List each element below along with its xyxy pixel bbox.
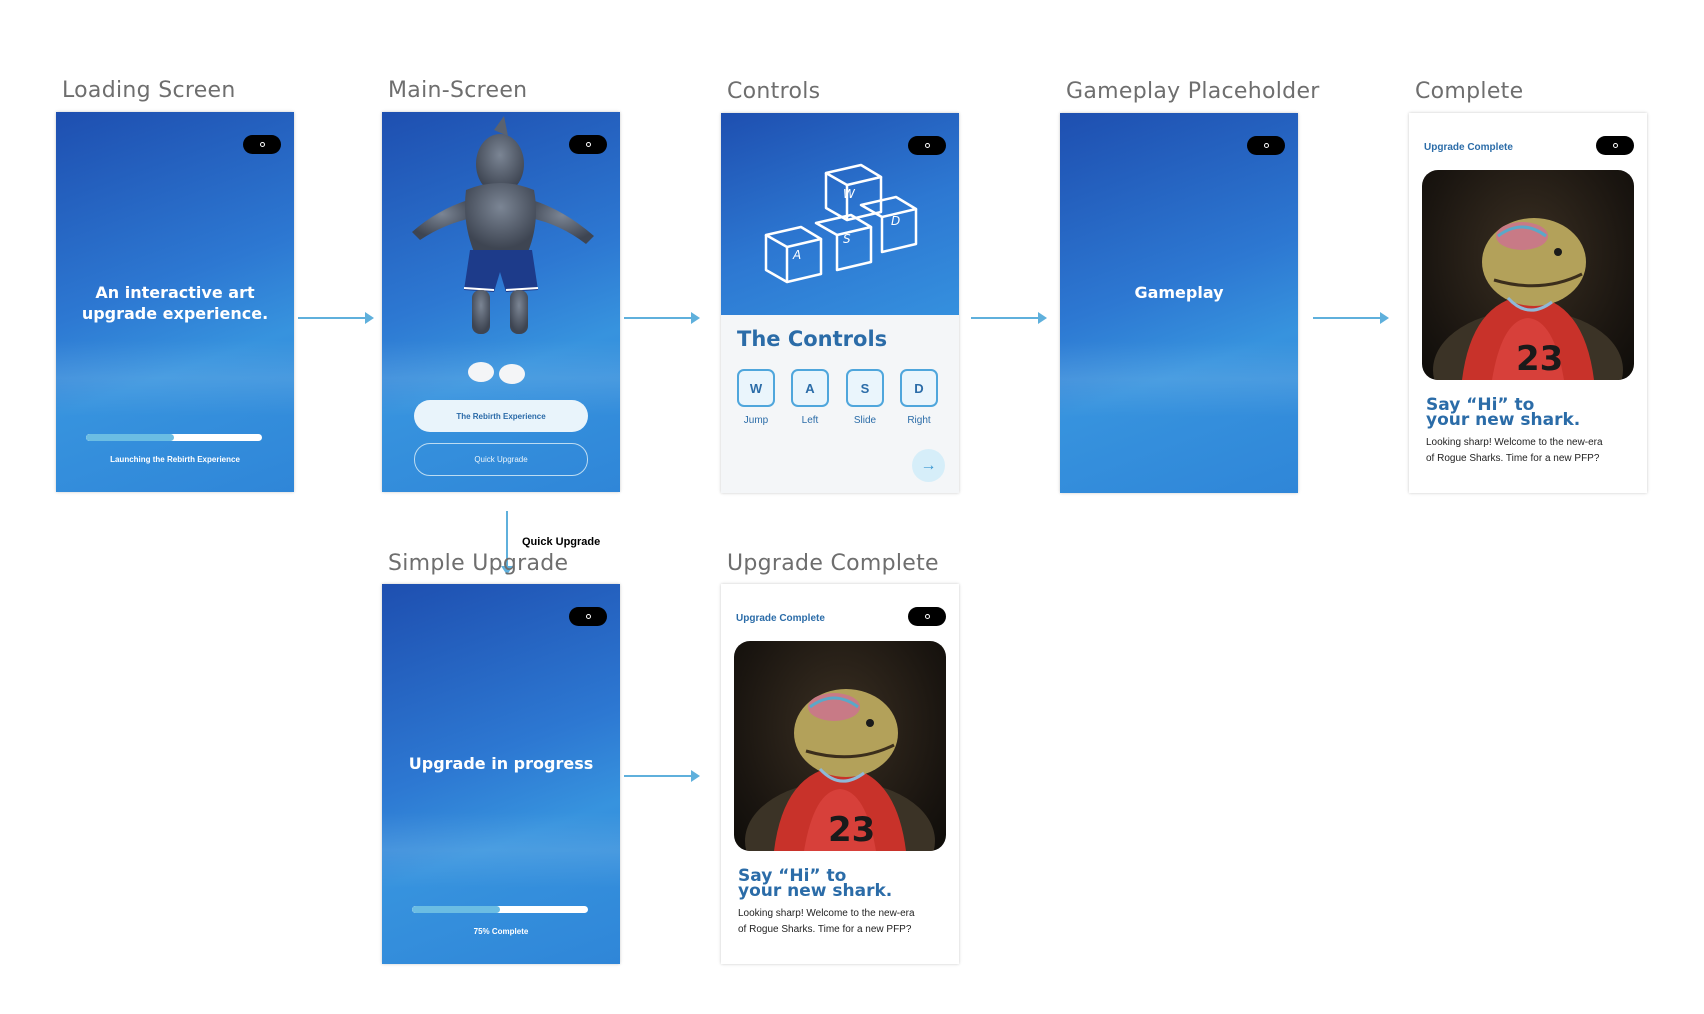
camera-icon [1612, 143, 1618, 148]
key-label-left: Left [801, 415, 819, 426]
controls-panel: The Controls W A S D Jump Left Slide Rig… [721, 315, 959, 493]
svg-text:23: 23 [1516, 339, 1563, 379]
upgrade-complete-body-line1: Looking sharp! Welcome to the new-era [738, 908, 915, 919]
complete-body-line2: of Rogue Sharks. Time for a new PFP? [1426, 453, 1600, 464]
controls-screen: W A S D The Controls W A S D Jump Left S… [721, 113, 959, 493]
shark-portrait-illustration: 23 [1433, 218, 1623, 380]
complete-screen: Upgrade Complete 23 Say “Hi” to your new… [1409, 113, 1647, 493]
camera-pill [1596, 136, 1634, 155]
upgrade-complete-title: Say “Hi” to your new shark. [738, 868, 893, 901]
complete-body-line1: Looking sharp! Welcome to the new-era [1426, 437, 1603, 448]
key-label-slide: Slide [853, 415, 877, 426]
frame-title-loading: Loading Screen [62, 78, 236, 103]
controls-hero: W A S D [721, 113, 959, 315]
frame-title-controls: Controls [727, 79, 821, 104]
next-arrow-button[interactable]: → [912, 449, 945, 482]
camera-pill [908, 607, 946, 626]
illustration-key-d: D [891, 214, 900, 228]
shark-portrait-illustration: 23 [745, 689, 935, 851]
upgrade-progress-fill [412, 906, 500, 913]
complete-header: Upgrade Complete [1424, 142, 1513, 153]
loading-progress-fill [86, 434, 174, 441]
upgrade-progress-bar [412, 906, 588, 913]
key-w: W [737, 369, 775, 407]
frame-title-gameplay: Gameplay Placeholder [1066, 79, 1320, 104]
loading-headline: An interactive art upgrade experience. [56, 282, 294, 324]
key-d: D [900, 369, 938, 407]
flow-arrow [298, 312, 374, 324]
flow-arrow [624, 312, 700, 324]
frame-title-simple-upgrade: Simple Upgrade [388, 551, 569, 576]
camera-icon [1263, 143, 1269, 148]
upgrade-complete-title-line2: your new shark. [738, 881, 893, 901]
loading-headline-line2: upgrade experience. [81, 304, 269, 323]
gameplay-label: Gameplay [1134, 283, 1224, 302]
loading-headline-line1: An interactive art [95, 283, 255, 302]
shark-character-illustration [412, 116, 594, 384]
frame-title-main: Main-Screen [388, 78, 528, 103]
illustration-key-w: W [843, 187, 856, 201]
flow-arrow [971, 312, 1047, 324]
simple-upgrade-screen: Upgrade in progress 75% Complete [382, 584, 620, 964]
key-s: S [846, 369, 884, 407]
flow-arrow [624, 770, 700, 782]
loading-progress-bar [86, 434, 262, 441]
complete-title: Say “Hi” to your new shark. [1426, 397, 1581, 430]
upgrade-progress-caption: 75% Complete [473, 927, 529, 936]
wasd-keys-illustration: W A S D [764, 163, 918, 284]
camera-icon [924, 614, 930, 619]
illustration-key-s: S [843, 232, 851, 246]
loading-caption: Launching the Rebirth Experience [110, 455, 240, 464]
svg-text:23: 23 [828, 810, 875, 850]
camera-pill [243, 135, 281, 154]
loading-screen: An interactive art upgrade experience. L… [56, 112, 294, 492]
upgrade-complete-header: Upgrade Complete [736, 613, 825, 624]
upgrade-progress-label: Upgrade in progress [408, 754, 594, 773]
upgrade-complete-screen: Upgrade Complete 23 Say “Hi” to your new… [721, 584, 959, 964]
frame-title-upgrade-complete: Upgrade Complete [727, 551, 939, 576]
complete-title-line2: your new shark. [1426, 410, 1581, 430]
camera-pill [569, 607, 607, 626]
main-screen: The Rebirth Experience Quick Upgrade [382, 112, 620, 492]
camera-pill [1247, 136, 1285, 155]
flow-arrow [1313, 312, 1389, 324]
shark-portrait-image: 23 [1422, 170, 1634, 380]
quick-upgrade-flow-label: Quick Upgrade [522, 536, 601, 548]
shark-portrait-image: 23 [734, 641, 946, 851]
camera-icon [259, 142, 265, 147]
key-label-right: Right [907, 415, 931, 426]
quick-upgrade-button[interactable]: Quick Upgrade [414, 443, 588, 476]
upgrade-complete-body-line2: of Rogue Sharks. Time for a new PFP? [738, 924, 912, 935]
upgrade-complete-body: Looking sharp! Welcome to the new-era of… [738, 906, 938, 938]
illustration-key-a: A [792, 248, 801, 262]
camera-icon [585, 614, 591, 619]
key-label-jump: Jump [743, 415, 769, 426]
gameplay-screen: Gameplay [1060, 113, 1298, 493]
arrow-right-icon: → [920, 456, 937, 474]
key-a: A [791, 369, 829, 407]
controls-heading: The Controls [737, 327, 888, 351]
complete-body: Looking sharp! Welcome to the new-era of… [1426, 435, 1626, 467]
rebirth-experience-button[interactable]: The Rebirth Experience [414, 400, 588, 432]
frame-title-complete: Complete [1415, 79, 1524, 104]
